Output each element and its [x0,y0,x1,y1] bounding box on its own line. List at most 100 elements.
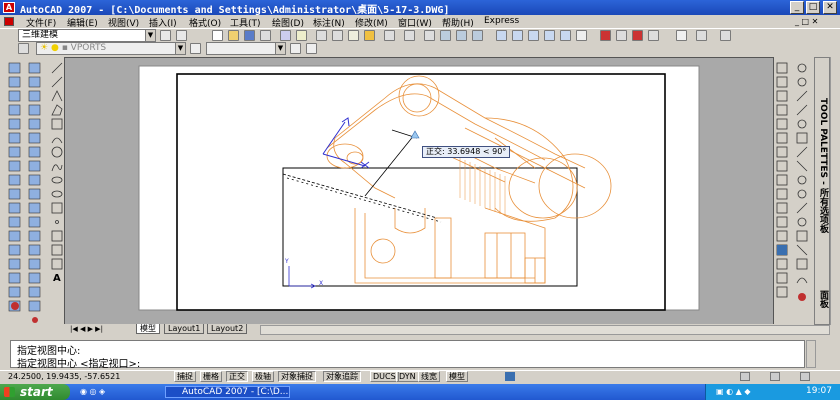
chevron-down-icon: ▼ [175,43,185,54]
quick-launch-icons[interactable]: ◉ ◎ ◈ [80,387,140,398]
right-tool-icons[interactable] [774,57,814,325]
windows-logo-icon [4,387,15,397]
layout-drawing[interactable] [65,58,775,326]
system-tray: ▣ ◐ ▲ ◆ 19:07 [705,384,840,400]
taskbar-item-autocad[interactable]: AutoCAD 2007 - [C:\D... [165,386,290,398]
dynamic-input-tooltip: 正交: 33.6948 < 90° [422,146,511,158]
tab-model[interactable]: 模型 [136,324,160,334]
horizontal-scrollbar[interactable] [260,325,830,335]
zoom-previous-icon[interactable] [472,30,483,41]
standard-toolbar: 三维建模 ▼ [0,28,840,42]
communication-center-icon[interactable] [740,372,750,381]
markup-icon[interactable] [560,30,571,41]
tool-palettes-icon[interactable] [528,30,539,41]
properties-icon[interactable] [496,30,507,41]
command-window[interactable]: 指定视图中心: 指定视图中心 <指定视口>: [10,340,805,370]
tray-icons[interactable]: ▣ ◐ ▲ ◆ [716,387,750,396]
axis-x-label: X [319,280,324,287]
grid-toggle[interactable]: 栅格 [200,371,222,382]
print-icon[interactable] [260,30,271,41]
layer-previous-icon[interactable] [290,43,301,54]
coordinate-readout: 24.2500, 19.9435, -57.6521 [8,372,121,381]
sheet-set-icon[interactable] [544,30,555,41]
layer-select[interactable]: ☀ ● ▪ VPORTS ▼ [36,42,186,55]
layers-toolbar: ☀ ● ▪ VPORTS ▼ ▼ [0,42,840,56]
block-icon[interactable] [720,30,731,41]
palette-tab[interactable]: 面板 [817,290,830,308]
layer-manager-icon[interactable] [18,43,29,54]
layer-walk-icon[interactable] [306,43,317,54]
start-button[interactable]: start [0,384,70,400]
autocad-app-icon[interactable]: A [3,2,15,13]
text-style-icon[interactable] [632,30,643,41]
ducs-toggle[interactable]: DUCS [370,371,399,382]
layer-tools-icon[interactable] [648,30,659,41]
menu-bar: 文件(F) 编辑(E) 视图(V) 插入(I) 格式(O) 工具(T) 绘图(D… [0,15,840,29]
preview-icon[interactable] [280,30,291,41]
tab-layout1[interactable]: Layout1 [164,324,205,334]
cut-icon[interactable] [316,30,327,41]
doc-window-controls[interactable]: _ □ ✕ [795,17,818,26]
snap-toggle[interactable]: 捕捉 [174,371,196,382]
chevron-down-icon: ▼ [275,43,285,54]
save-icon[interactable] [244,30,255,41]
lock-icon[interactable] [770,372,780,381]
tray-settings-icon[interactable] [800,372,810,381]
layer-state-icon[interactable] [696,30,707,41]
help-icon[interactable] [676,30,687,41]
palette-title: TOOL PALETTES - 所有选项板 [818,98,828,234]
paste-icon[interactable] [348,30,359,41]
tab-navigation-arrows[interactable]: |◀ ◀ ▶ ▶| [70,325,103,333]
clock: 19:07 [806,386,832,396]
dim-style-icon[interactable] [600,30,611,41]
new-icon[interactable] [212,30,223,41]
workspace-select[interactable]: 三维建模 ▼ [18,29,156,42]
match-properties-icon[interactable] [364,30,375,41]
start-label: start [20,385,53,399]
draw-modify-tool-icons[interactable]: A [0,57,64,325]
drawing-canvas[interactable]: 正交: 33.6948 < 90° X Y [64,57,774,325]
window-title: AutoCAD 2007 - [C:\Documents and Setting… [20,5,450,16]
workspace-value: 三维建模 [22,30,59,40]
ortho-toggle[interactable]: 正交 [226,371,248,382]
status-bar: 24.2500, 19.9435, -57.6521 捕捉 栅格 正交 极轴 对… [0,370,840,382]
command-prompt-line: 指定视图中心 <指定视口>: [17,359,141,370]
table-style-icon[interactable] [616,30,627,41]
command-scrollbar[interactable] [806,340,816,368]
zoom-window-icon[interactable] [456,30,467,41]
workspace-save-icon[interactable] [176,30,187,41]
left-toolbars: A [0,57,64,325]
copy-icon[interactable] [332,30,343,41]
otrack-toggle[interactable]: 对象追踪 [323,371,361,382]
minimize-button[interactable]: _ [790,1,804,14]
pan-icon[interactable] [424,30,435,41]
axis-y-label: Y [285,258,289,265]
undo-icon[interactable] [384,30,395,41]
close-button[interactable]: ✕ [823,1,837,14]
tab-layout2[interactable]: Layout2 [207,324,248,334]
paper-sheet [138,65,700,311]
svg-text:A: A [53,273,61,284]
publish-icon[interactable] [296,30,307,41]
model-paper-toggle[interactable]: 模型 [446,371,468,382]
layer-name: VPORTS [70,43,107,53]
polar-toggle[interactable]: 极轴 [252,371,274,382]
redo-icon[interactable] [404,30,415,41]
osnap-toggle[interactable]: 对象捕捉 [278,371,316,382]
color-select[interactable]: ▼ [206,42,286,55]
maximize-button[interactable]: □ [806,1,820,14]
menu-express[interactable]: Express [484,16,519,26]
document-icon[interactable] [4,17,14,26]
calculator-icon[interactable] [576,30,587,41]
tool-palette[interactable]: TOOL PALETTES - 所有选项板 面板 [814,57,830,325]
design-center-icon[interactable] [512,30,523,41]
maximize-viewport-icon[interactable] [505,372,515,381]
lineweight-toggle[interactable]: 线宽 [418,371,440,382]
make-object-layer-current-icon[interactable] [190,43,201,54]
open-icon[interactable] [228,30,239,41]
right-scrollbar[interactable] [830,57,840,325]
right-toolbars [774,57,814,325]
workspace-settings-icon[interactable] [160,30,171,41]
dyn-toggle[interactable]: DYN [396,371,419,382]
zoom-realtime-icon[interactable] [440,30,451,41]
